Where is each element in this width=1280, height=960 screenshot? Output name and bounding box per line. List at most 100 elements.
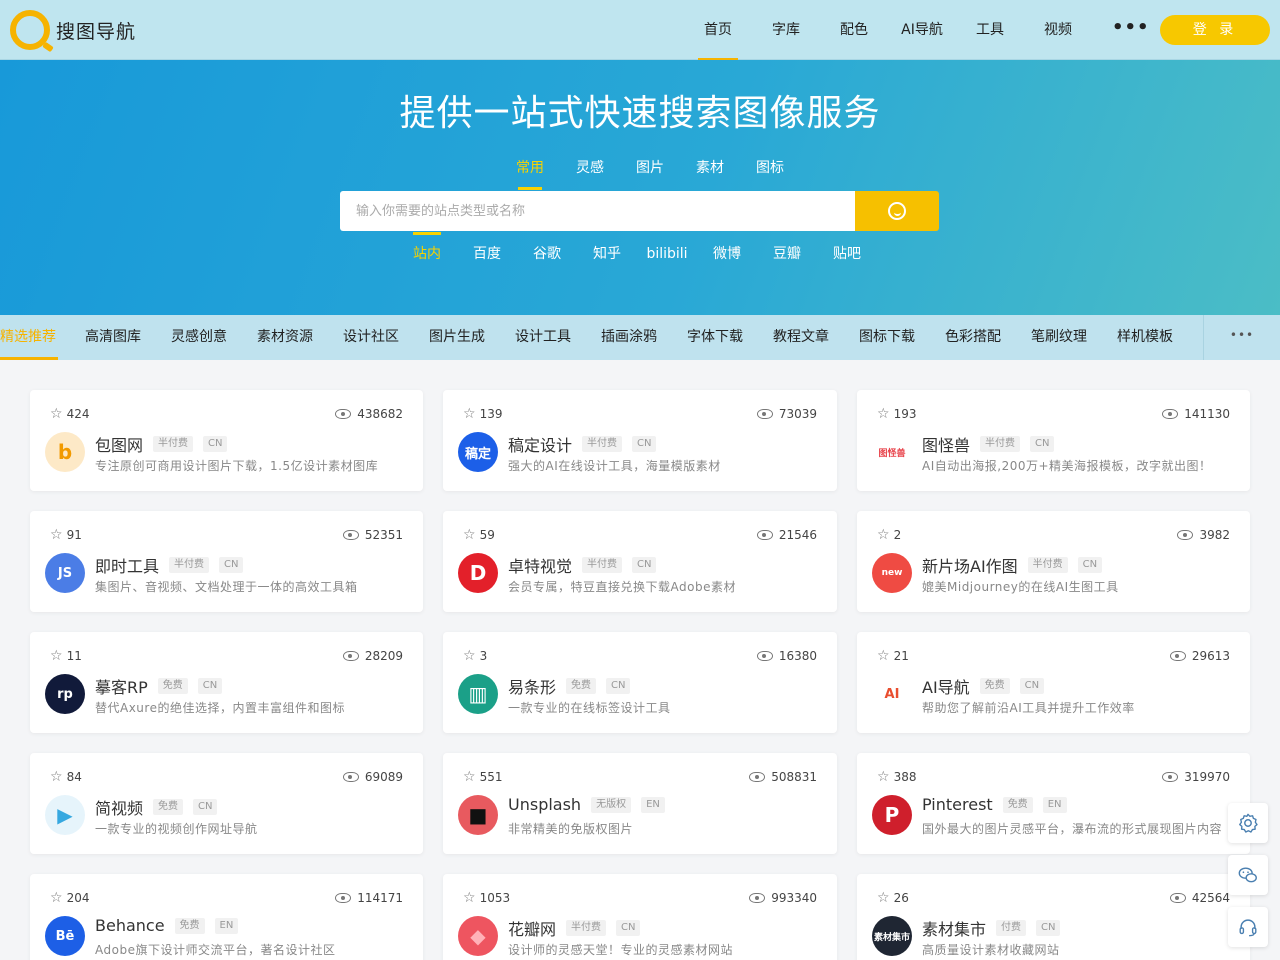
site-card[interactable]: ☆ 26 42564 素材集市 素材集市 付费 CN 高质量设计素材收藏网站 [857, 874, 1250, 960]
category-more-icon[interactable]: ••• [1204, 315, 1280, 360]
site-card[interactable]: ☆ 2 3982 new 新片场AI作图 半付费 CN 媲美Midjourney… [857, 511, 1250, 612]
site-description: 非常精美的免版权图片 [508, 822, 634, 836]
site-description: AI自动出海报,200万+精美海报模板，改字就出图！ [922, 459, 1212, 473]
engine-google[interactable]: 谷歌 [517, 244, 577, 268]
view-count-value: 16380 [778, 649, 817, 663]
site-card[interactable]: ☆ 59 21546 D 卓特视觉 半付费 CN 会员专属，特豆直接兑换下载Ad… [443, 511, 837, 612]
favorite-count[interactable]: ☆ 204 [50, 890, 89, 906]
site-name-row: 摹客RP 免费 CN [95, 674, 223, 698]
site-card[interactable]: ☆ 139 73039 稿定 稿定设计 半付费 CN 强大的AI在线设计工具，海… [443, 390, 837, 491]
search-tab-common[interactable]: 常用 [500, 158, 560, 192]
site-logo-icon: rp [45, 674, 85, 714]
pricing-badge: 免费 [153, 799, 184, 815]
nav-item-ai-nav[interactable]: AI导航 [888, 0, 956, 60]
language-badge: CN [632, 436, 657, 452]
favorite-count[interactable]: ☆ 84 [50, 769, 82, 785]
favorite-count[interactable]: ☆ 2 [877, 527, 901, 543]
nav-item-home[interactable]: 首页 [684, 0, 752, 61]
view-count-value: 3982 [1199, 528, 1230, 542]
site-card[interactable]: ☆ 84 69089 ▶ 简视频 免费 CN 一款专业的视频创作网址导航 [30, 753, 423, 854]
eye-icon [1162, 409, 1179, 419]
category-image-gen[interactable]: 图片生成 [414, 315, 500, 360]
category-bar: 精选推荐 高清图库 灵感创意 素材资源 设计社区 图片生成 设计工具 插画涂鸦 … [0, 315, 1280, 360]
site-description: 设计师的灵感天堂！专业的灵感素材网站 [508, 943, 734, 957]
favorite-count[interactable]: ☆ 193 [877, 406, 916, 422]
search-tab-inspiration[interactable]: 灵感 [560, 158, 620, 192]
category-icons[interactable]: 图标下载 [844, 315, 930, 360]
site-card[interactable]: ☆ 11 28209 rp 摹客RP 免费 CN 替代Axure的绝佳选择，内置… [30, 632, 423, 733]
favorite-count[interactable]: ☆ 26 [877, 890, 909, 906]
category-hd-gallery[interactable]: 高清图库 [70, 315, 156, 360]
site-card[interactable]: ☆ 91 52351 JS 即时工具 半付费 CN 集图片、音视频、文档处理于一… [30, 511, 423, 612]
nav-item-tools[interactable]: 工具 [956, 0, 1024, 60]
category-design-tools[interactable]: 设计工具 [500, 315, 586, 360]
site-name: 即时工具 [95, 557, 160, 576]
site-description: 帮助您了解前沿AI工具并提升工作效率 [922, 701, 1135, 715]
engine-tieba[interactable]: 贴吧 [817, 244, 877, 268]
category-inspiration[interactable]: 灵感创意 [156, 315, 242, 360]
category-colors[interactable]: 色彩搭配 [930, 315, 1016, 360]
search-input[interactable] [340, 191, 855, 231]
nav-item-colors[interactable]: 配色 [820, 0, 888, 60]
site-logo[interactable]: 搜图导航 [10, 10, 136, 50]
site-card[interactable]: ☆ 193 141130 图怪兽 图怪兽 半付费 CN AI自动出海报,200万… [857, 390, 1250, 491]
customer-service-button[interactable] [1228, 907, 1268, 947]
category-community[interactable]: 设计社区 [328, 315, 414, 360]
star-icon: ☆ [50, 890, 63, 906]
site-card[interactable]: ☆ 21 29613 AI AI导航 免费 CN 帮助您了解前沿AI工具并提升工… [857, 632, 1250, 733]
category-tutorials[interactable]: 教程文章 [758, 315, 844, 360]
eye-icon [756, 530, 773, 540]
engine-weibo[interactable]: 微博 [697, 244, 757, 268]
eye-icon [749, 893, 766, 903]
login-button[interactable]: 登 录 [1160, 15, 1270, 45]
category-brushes[interactable]: 笔刷纹理 [1016, 315, 1102, 360]
star-icon: ☆ [463, 406, 476, 422]
nav-item-video[interactable]: 视频 [1024, 0, 1092, 60]
engine-zhihu[interactable]: 知乎 [577, 244, 637, 268]
site-name: 图怪兽 [922, 436, 971, 455]
favorite-count[interactable]: ☆ 91 [50, 527, 82, 543]
engine-douban[interactable]: 豆瓣 [757, 244, 817, 268]
favorite-count[interactable]: ☆ 424 [50, 406, 89, 422]
star-icon: ☆ [50, 769, 63, 785]
nav-more-icon[interactable]: ••• [1112, 0, 1149, 56]
language-badge: EN [641, 796, 665, 813]
favorite-count[interactable]: ☆ 551 [463, 769, 502, 785]
site-card[interactable]: ☆ 424 438682 b 包图网 半付费 CN 专注原创可商用设计图片下载，… [30, 390, 423, 491]
category-fonts[interactable]: 字体下载 [672, 315, 758, 360]
site-card[interactable]: ☆ 388 319970 P Pinterest 免费 EN 国外最大的图片灵感… [857, 753, 1250, 854]
site-card[interactable]: ☆ 551 508831 ■ Unsplash 无版权 EN 非常精美的免版权图… [443, 753, 837, 854]
engine-baidu[interactable]: 百度 [457, 244, 517, 268]
site-card[interactable]: ☆ 3 16380 ▥ 易条形 免费 CN 一款专业的在线标签设计工具 [443, 632, 837, 733]
search-tab-icons[interactable]: 图标 [740, 158, 800, 192]
favorite-count[interactable]: ☆ 139 [463, 406, 502, 422]
category-list: 精选推荐 高清图库 灵感创意 素材资源 设计社区 图片生成 设计工具 插画涂鸦 … [0, 315, 1280, 360]
search-tab-materials[interactable]: 素材 [680, 158, 740, 192]
engine-site[interactable]: 站内 [397, 232, 457, 268]
site-card[interactable]: ☆ 1053 993340 ◆ 花瓣网 半付费 CN 设计师的灵感天堂！专业的灵… [443, 874, 837, 960]
card-stats: ☆ 139 73039 [463, 406, 817, 422]
site-card[interactable]: ☆ 204 114171 Bē Behance 免费 EN Adobe旗下设计师… [30, 874, 423, 960]
favorite-count[interactable]: ☆ 3 [463, 648, 487, 664]
favorite-count-value: 1053 [479, 891, 511, 905]
favorite-count[interactable]: ☆ 11 [50, 648, 82, 664]
favorite-count-value: 3 [479, 649, 488, 663]
nav-item-fonts[interactable]: 字库 [752, 0, 820, 60]
wechat-button[interactable] [1228, 855, 1268, 895]
eye-icon [342, 772, 359, 782]
favorite-count[interactable]: ☆ 59 [463, 527, 495, 543]
category-illustration[interactable]: 插画涂鸦 [586, 315, 672, 360]
category-materials[interactable]: 素材资源 [242, 315, 328, 360]
search-tab-images[interactable]: 图片 [620, 158, 680, 192]
view-count-value: 21546 [778, 528, 817, 542]
site-name-row: Unsplash 无版权 EN [508, 795, 665, 814]
category-featured[interactable]: 精选推荐 [0, 315, 70, 360]
site-name: 摹客RP [95, 678, 148, 697]
settings-button[interactable] [1228, 803, 1268, 843]
search-button[interactable] [855, 191, 939, 231]
favorite-count[interactable]: ☆ 388 [877, 769, 916, 785]
engine-bilibili[interactable]: bilibili [637, 244, 697, 268]
favorite-count[interactable]: ☆ 1053 [463, 890, 510, 906]
category-mockups[interactable]: 样机模板 [1102, 315, 1188, 360]
favorite-count[interactable]: ☆ 21 [877, 648, 909, 664]
